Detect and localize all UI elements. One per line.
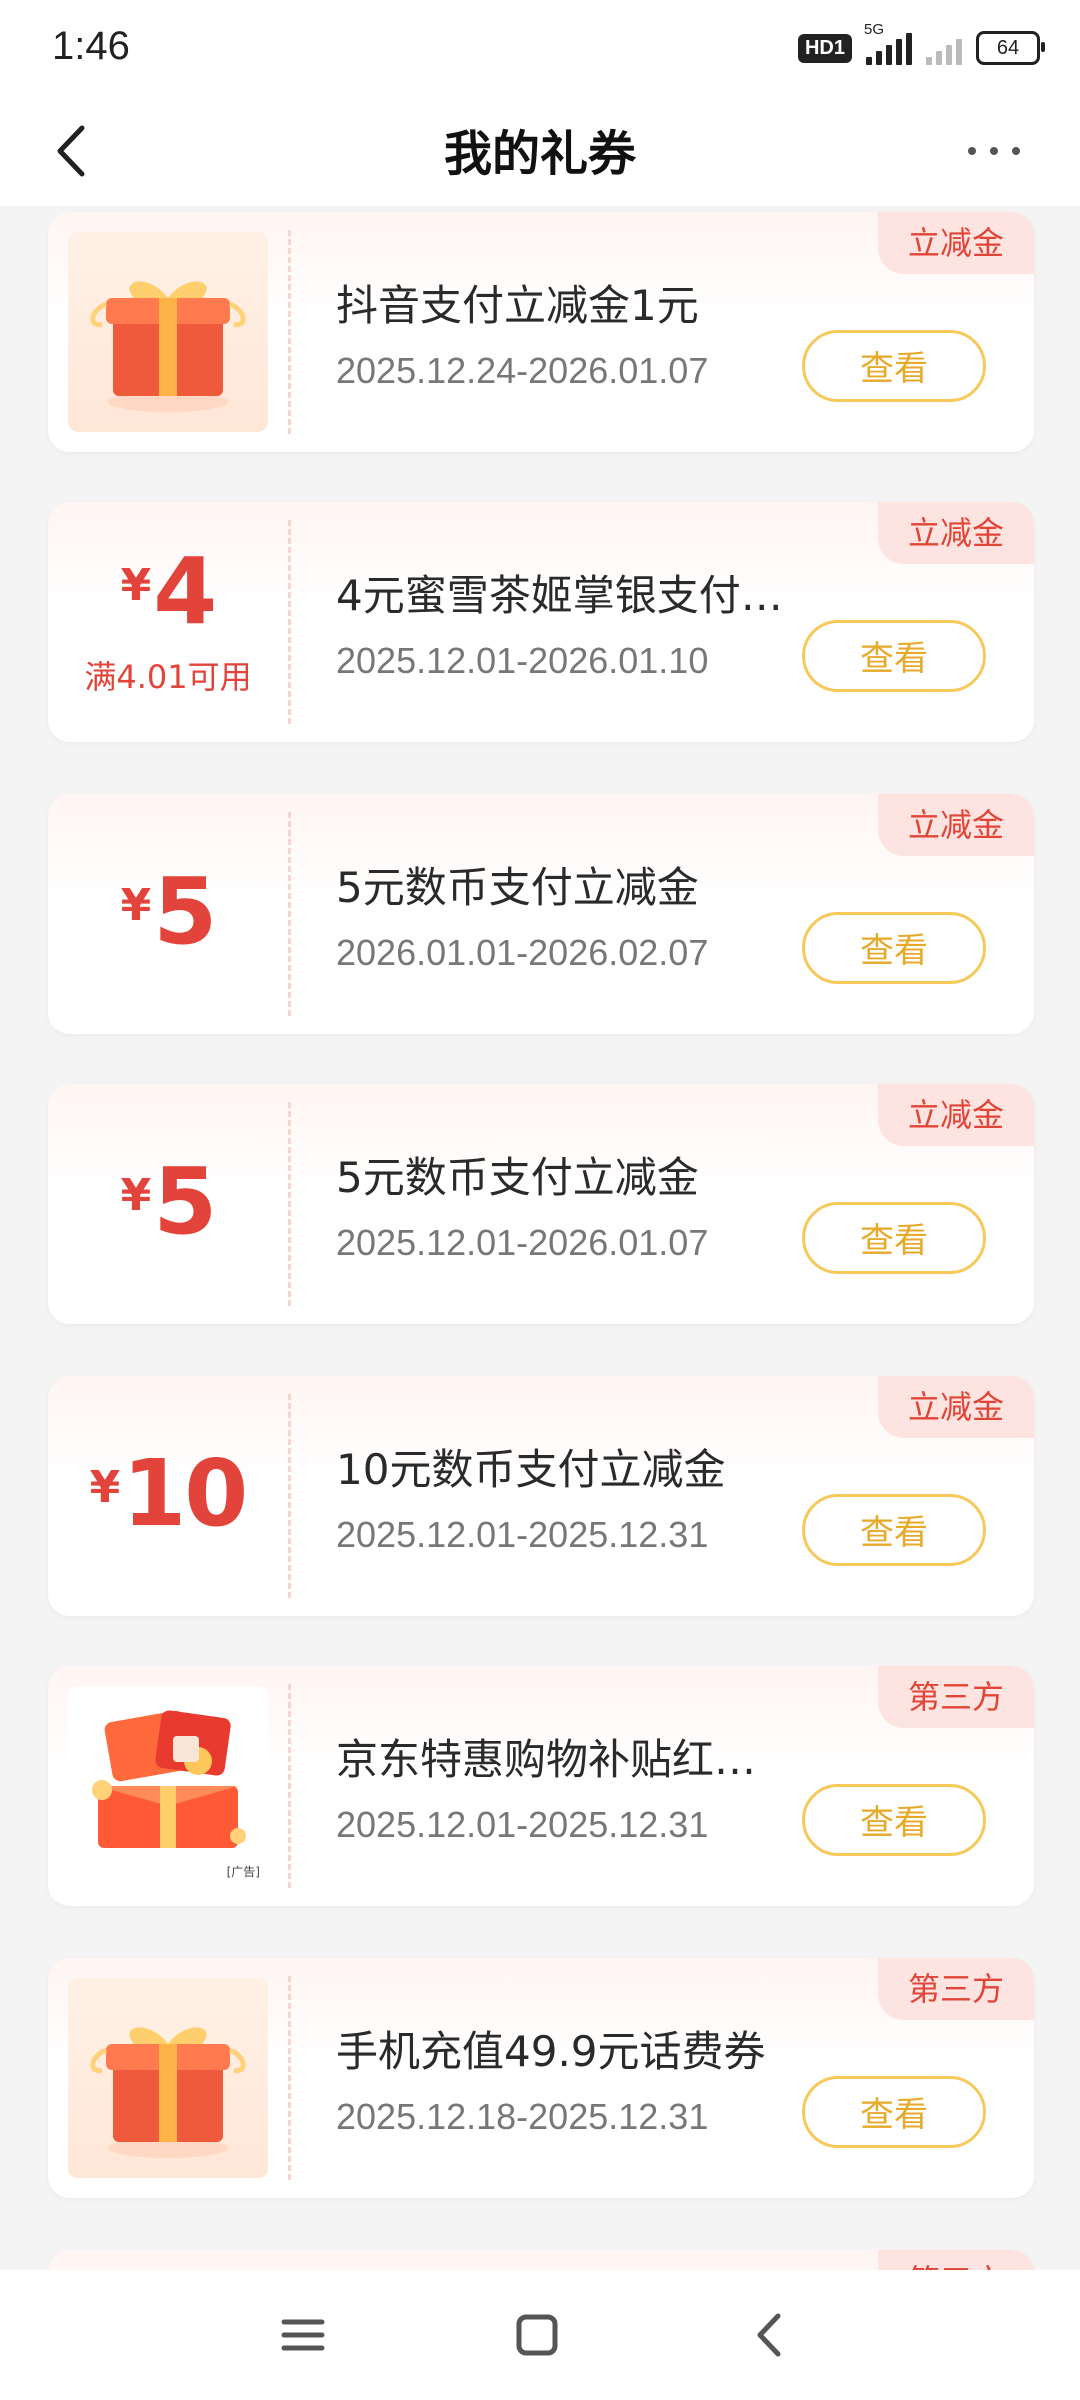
coupon-tag: 立减金 bbox=[877, 212, 1034, 274]
coupon-name: 10元数币支付立减金 bbox=[336, 1445, 726, 1494]
coupon-amount: ¥5 bbox=[120, 1148, 218, 1255]
coupon-card-partial[interactable]: 第三方 bbox=[48, 2250, 1034, 2270]
coupon-amount: ¥4 bbox=[120, 538, 218, 645]
gift-box-image bbox=[68, 1978, 268, 2178]
coupon-date: 2025.12.18-2025.12.31 bbox=[336, 2096, 709, 2137]
coupon-tag: 立减金 bbox=[877, 794, 1034, 856]
coupon-date: 2025.12.01-2026.01.10 bbox=[336, 640, 709, 681]
coupon-date: 2025.12.01-2026.01.07 bbox=[336, 1222, 709, 1263]
view-button[interactable]: 查看 bbox=[802, 620, 986, 692]
card-divider bbox=[288, 520, 291, 724]
coupon-tag: 立减金 bbox=[877, 1084, 1034, 1146]
back-triangle-icon[interactable] bbox=[746, 2310, 796, 2360]
view-button[interactable]: 查看 bbox=[802, 2076, 986, 2148]
view-button[interactable]: 查看 bbox=[802, 1784, 986, 1856]
coupon-date: 2025.12.24-2026.01.07 bbox=[336, 350, 709, 391]
coupon-card[interactable]: 立减金 抖音支付立减金1元 2025.12.24-2026.01.07 查看 bbox=[48, 212, 1034, 452]
card-divider bbox=[288, 1102, 291, 1306]
coupon-card[interactable]: 第三方 手机充值49.9元话费券 2025.12.18-2025.12.31 查… bbox=[48, 1958, 1034, 2198]
signal-5g-icon: 5G bbox=[864, 21, 912, 65]
more-button[interactable] bbox=[944, 126, 1044, 176]
battery-icon: 64 bbox=[976, 31, 1045, 65]
coupon-card[interactable]: [广告] 第三方 京东特惠购物补贴红… 2025.12.01-2025.12.3… bbox=[48, 1666, 1034, 1906]
view-button[interactable]: 查看 bbox=[802, 1202, 986, 1274]
page-header: 我的礼券 bbox=[0, 96, 1080, 206]
coupon-date: 2025.12.01-2025.12.31 bbox=[336, 1804, 709, 1845]
menu-icon[interactable] bbox=[278, 2310, 328, 2360]
view-button[interactable]: 查看 bbox=[802, 1494, 986, 1566]
ad-label: [广告] bbox=[226, 1865, 260, 1879]
coupon-list[interactable]: 立减金 抖音支付立减金1元 2025.12.24-2026.01.07 查看 ¥… bbox=[0, 206, 1080, 2270]
coupon-amount: ¥5 bbox=[120, 858, 218, 965]
coupon-card[interactable]: ¥4 满4.01可用 立减金 4元蜜雪茶姬掌银支付… 2025.12.01-20… bbox=[48, 502, 1034, 742]
coupon-amount: ¥10 bbox=[89, 1440, 249, 1547]
coupon-condition: 满4.01可用 bbox=[84, 658, 252, 696]
coupon-name: 5元数币支付立减金 bbox=[336, 863, 699, 912]
card-divider bbox=[288, 1684, 291, 1888]
more-dots-icon bbox=[968, 147, 976, 155]
status-icons: HD1 5G 64 bbox=[797, 21, 1045, 70]
signal-weak-icon bbox=[926, 31, 962, 65]
coupon-name: 5元数币支付立减金 bbox=[336, 1153, 699, 1202]
battery-level: 64 bbox=[996, 36, 1020, 59]
coupon-tag: 第三方 bbox=[877, 1666, 1034, 1728]
coupon-name: 手机充值49.9元话费券 bbox=[336, 2027, 766, 2076]
coupon-name: 4元蜜雪茶姬掌银支付… bbox=[336, 571, 783, 620]
view-button[interactable]: 查看 bbox=[802, 330, 986, 402]
coupon-card[interactable]: ¥5 立减金 5元数币支付立减金 2025.12.01-2026.01.07 查… bbox=[48, 1084, 1034, 1324]
hd-badge: HD1 bbox=[797, 33, 852, 63]
card-divider bbox=[288, 1394, 291, 1598]
view-button[interactable]: 查看 bbox=[802, 912, 986, 984]
page-title: 我的礼券 bbox=[443, 126, 636, 182]
card-divider bbox=[288, 1976, 291, 2180]
coupon-tag: 立减金 bbox=[877, 502, 1034, 564]
home-square-icon[interactable] bbox=[512, 2310, 562, 2360]
coupon-card[interactable]: ¥5 立减金 5元数币支付立减金 2026.01.01-2026.02.07 查… bbox=[48, 794, 1034, 1034]
coupon-date: 2025.12.01-2025.12.31 bbox=[336, 1514, 709, 1555]
gift-box-image bbox=[68, 232, 268, 432]
system-nav-bar bbox=[0, 2270, 1080, 2400]
coupon-card[interactable]: ¥10 立减金 10元数币支付立减金 2025.12.01-2025.12.31… bbox=[48, 1376, 1034, 1616]
coupon-tag: 第三方 bbox=[877, 1958, 1034, 2020]
network-label: 5G bbox=[864, 21, 885, 38]
status-bar: 1:46 HD1 5G 64 bbox=[0, 0, 1080, 96]
status-time: 1:46 bbox=[52, 24, 130, 68]
card-divider bbox=[288, 230, 291, 434]
coupon-name: 京东特惠购物补贴红… bbox=[336, 1735, 757, 1784]
coupon-tag: 第三方 bbox=[877, 2250, 1034, 2270]
card-divider bbox=[288, 812, 291, 1016]
coupon-tag: 立减金 bbox=[877, 1376, 1034, 1438]
coupon-name: 抖音支付立减金1元 bbox=[336, 281, 699, 330]
red-envelope-box-image: [广告] bbox=[68, 1686, 268, 1886]
coupon-date: 2026.01.01-2026.02.07 bbox=[336, 932, 709, 973]
